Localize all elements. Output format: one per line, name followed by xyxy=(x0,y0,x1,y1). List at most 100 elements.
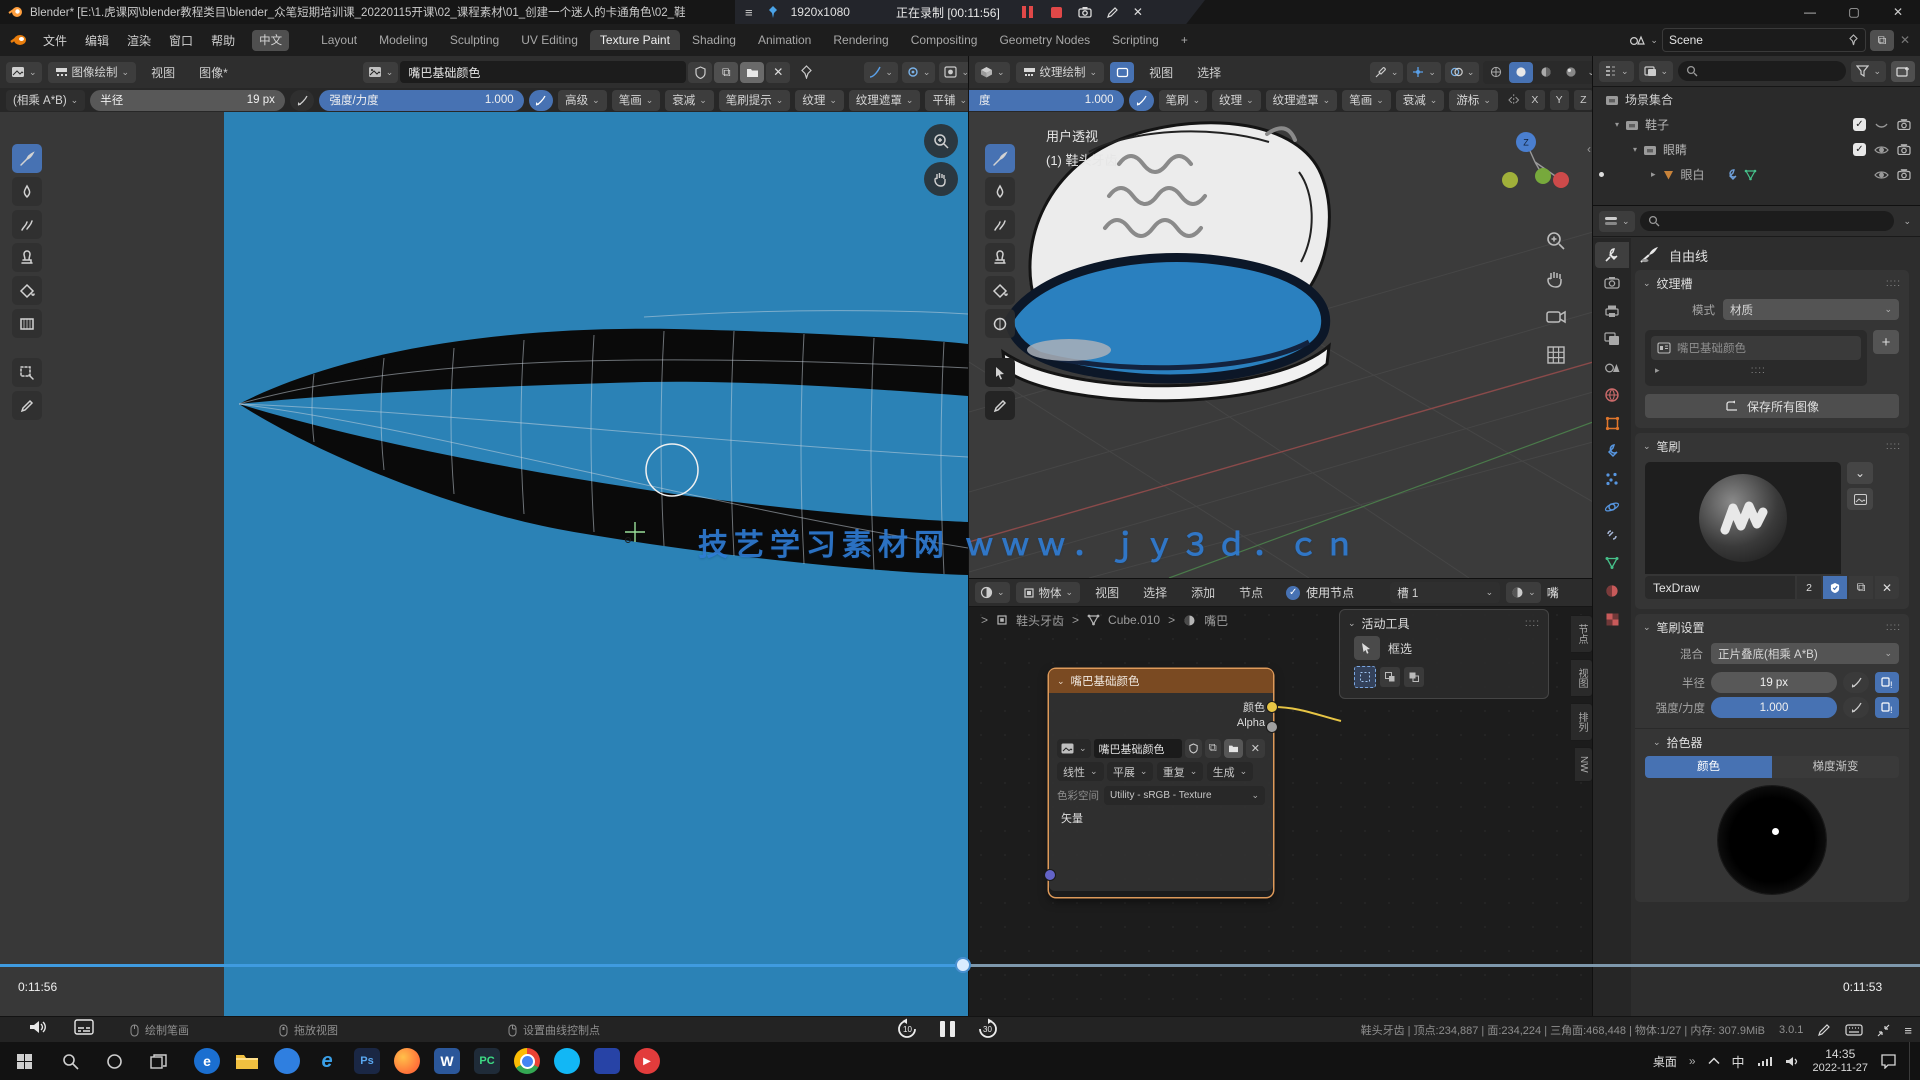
tool-annotate-button[interactable] xyxy=(12,391,42,420)
tab-render[interactable] xyxy=(1595,270,1629,296)
properties-radius-slider[interactable]: 19 px xyxy=(1711,672,1837,693)
shading-material-button[interactable] xyxy=(1534,62,1558,83)
image-zoom-button[interactable] xyxy=(924,124,958,158)
node-projection-dropdown[interactable]: 平展⌄ xyxy=(1107,762,1154,781)
tab-data[interactable] xyxy=(1595,550,1629,576)
taskbar-app-chrome[interactable] xyxy=(514,1048,540,1074)
shading-rendered-button[interactable] xyxy=(1559,62,1583,83)
node-tab-nw[interactable]: NW xyxy=(1575,747,1593,782)
cortana-button[interactable] xyxy=(92,1053,136,1070)
node-tab-node[interactable]: 节点 xyxy=(1571,615,1593,653)
popover-cursor-3d[interactable]: 游标⌄ xyxy=(1449,90,1498,111)
scene-copy-button[interactable]: ⧉ xyxy=(1870,30,1894,51)
select-mode-extend[interactable] xyxy=(1380,667,1400,687)
blend-mode-dropdown[interactable]: (相乘 A*B)⌄ xyxy=(6,90,85,111)
node-image-name-field[interactable]: 嘴巴基础颜色 xyxy=(1094,739,1182,758)
tab-modifiers[interactable] xyxy=(1595,438,1629,464)
chevron-down-icon[interactable]: ⌄ xyxy=(1643,623,1651,632)
shrink-icon[interactable] xyxy=(1877,1024,1890,1037)
start-button[interactable] xyxy=(0,1053,48,1070)
tray-expand-icon[interactable] xyxy=(1708,1057,1720,1065)
socket-alpha-output[interactable] xyxy=(1266,721,1278,733)
brush-users-count[interactable]: 2 xyxy=(1797,576,1821,599)
viewport-menu-select[interactable]: 选择 xyxy=(1188,64,1230,81)
paint-mask-toggle[interactable] xyxy=(1110,62,1134,83)
tool-3d-annotate-button[interactable] xyxy=(985,391,1015,420)
scene-pin-icon[interactable] xyxy=(1848,34,1859,46)
slot-grip-icon[interactable]: :::: xyxy=(1751,365,1766,376)
viewport-pan-icon[interactable] xyxy=(1545,268,1567,290)
object-eyewhite-visible-icon[interactable] xyxy=(1874,170,1889,180)
popover-falloff[interactable]: 衰减⌄ xyxy=(665,90,714,111)
tool-sample-button[interactable] xyxy=(12,358,42,387)
shading-wireframe-button[interactable] xyxy=(1484,62,1508,83)
taskbar-app-edge[interactable]: e xyxy=(194,1048,220,1074)
expand-icon[interactable]: ▾ xyxy=(1633,146,1637,154)
video-timeline[interactable] xyxy=(0,962,1920,968)
viewport-grid-icon[interactable] xyxy=(1545,344,1567,366)
recorder-more-icon[interactable]: ≡ xyxy=(1904,1023,1912,1038)
navigation-gizmo[interactable]: Z xyxy=(1501,130,1581,200)
subtitle-icon[interactable] xyxy=(74,1019,94,1035)
brush-preview-toggle[interactable] xyxy=(1847,488,1873,510)
panel-grip-icon[interactable]: :::: xyxy=(1886,622,1901,633)
gizmo-axis-x[interactable] xyxy=(1553,172,1569,188)
timeline-scrubber[interactable] xyxy=(955,957,971,973)
recorder-pause-button[interactable] xyxy=(1022,6,1033,18)
brush-unlink-button[interactable]: ✕ xyxy=(1875,576,1899,599)
outliner-display-mode-dropdown[interactable]: ⌄ xyxy=(1599,61,1634,82)
editor-type-button-3d[interactable]: ⌄ xyxy=(975,62,1010,83)
shading-solid-button[interactable] xyxy=(1509,62,1533,83)
forward-30-button[interactable]: 30 xyxy=(977,1018,999,1040)
save-all-images-button[interactable]: 保存所有图像 xyxy=(1645,394,1899,418)
tool-smear-button[interactable] xyxy=(12,210,42,239)
menu-file[interactable]: 文件 xyxy=(34,32,76,49)
tab-world[interactable] xyxy=(1595,382,1629,408)
window-maximize-button[interactable]: ▢ xyxy=(1832,5,1876,19)
image-open-button[interactable] xyxy=(740,62,764,83)
viewport-eyedropper-dropdown[interactable]: ⌄ xyxy=(1370,62,1404,83)
brush-selector-chevron[interactable]: ⌄ xyxy=(1847,462,1873,484)
taskbar-search-button[interactable] xyxy=(48,1053,92,1070)
show-overlays-dropdown[interactable]: ⌄ xyxy=(1445,62,1480,83)
menu-render[interactable]: 渲染 xyxy=(118,32,160,49)
image-menu-view[interactable]: 视图 xyxy=(142,64,184,81)
taskbar-app-qq[interactable] xyxy=(554,1048,580,1074)
tool-draw-button[interactable] xyxy=(12,144,42,173)
notification-icon[interactable] xyxy=(1880,1054,1897,1069)
box-select-tool-icon[interactable] xyxy=(1354,636,1380,660)
tab-scene[interactable] xyxy=(1595,354,1629,380)
panel-grip-icon[interactable]: :::: xyxy=(1886,278,1901,289)
popover-texture-mask[interactable]: 纹理遮罩⌄ xyxy=(849,90,921,111)
menu-window[interactable]: 窗口 xyxy=(160,32,202,49)
node-extension-dropdown[interactable]: 重复⌄ xyxy=(1157,762,1204,781)
recorder-stop-button[interactable] xyxy=(1051,7,1062,18)
scene-selector[interactable]: Scene xyxy=(1662,28,1866,52)
rewind-10-button[interactable]: 10 xyxy=(896,1018,918,1040)
recorder-pin-icon[interactable] xyxy=(767,5,779,19)
outliner-filter-dropdown[interactable]: ⌄ xyxy=(1851,61,1886,82)
tool-fill-button[interactable] xyxy=(12,276,42,305)
collection-shoes-hide-icon[interactable] xyxy=(1874,120,1889,130)
tab-particles[interactable] xyxy=(1595,466,1629,492)
collection-eyes-checkbox[interactable]: ✓ xyxy=(1853,143,1866,156)
taskbar-app-pycharm[interactable]: PC xyxy=(474,1048,500,1074)
recorder-pencil-icon[interactable] xyxy=(1106,6,1119,19)
image-name-field[interactable]: 嘴巴基础颜色 xyxy=(400,61,686,83)
blender-app-icon[interactable] xyxy=(10,33,28,47)
image-unlink-button[interactable]: ✕ xyxy=(766,62,790,83)
node-image-browse[interactable]: ⌄ xyxy=(1057,739,1091,758)
desktop-toolbar-label[interactable]: 桌面 xyxy=(1653,1053,1677,1070)
popover-tiling[interactable]: 平铺⌄ xyxy=(925,90,974,111)
workspace-tab-uvediting[interactable]: UV Editing xyxy=(511,30,588,50)
image-browse-button[interactable]: ⌄ xyxy=(363,62,399,83)
speaker-icon[interactable] xyxy=(1785,1055,1801,1068)
outliner-row-collection-shoes[interactable]: ▾ 鞋子 ✓ xyxy=(1593,112,1920,137)
pause-button[interactable] xyxy=(940,1021,955,1037)
popover-brush[interactable]: 笔刷⌄ xyxy=(1159,90,1208,111)
popover-texture-3d[interactable]: 纹理⌄ xyxy=(1212,90,1261,111)
node-header[interactable]: ⌄ 嘴巴基础颜色 xyxy=(1049,669,1273,693)
snap-dropdown[interactable]: ⌄ xyxy=(902,62,936,83)
editor-type-button-image[interactable]: ⌄ xyxy=(6,62,42,83)
chevron-down-icon[interactable]: ⌄ xyxy=(1653,738,1661,747)
